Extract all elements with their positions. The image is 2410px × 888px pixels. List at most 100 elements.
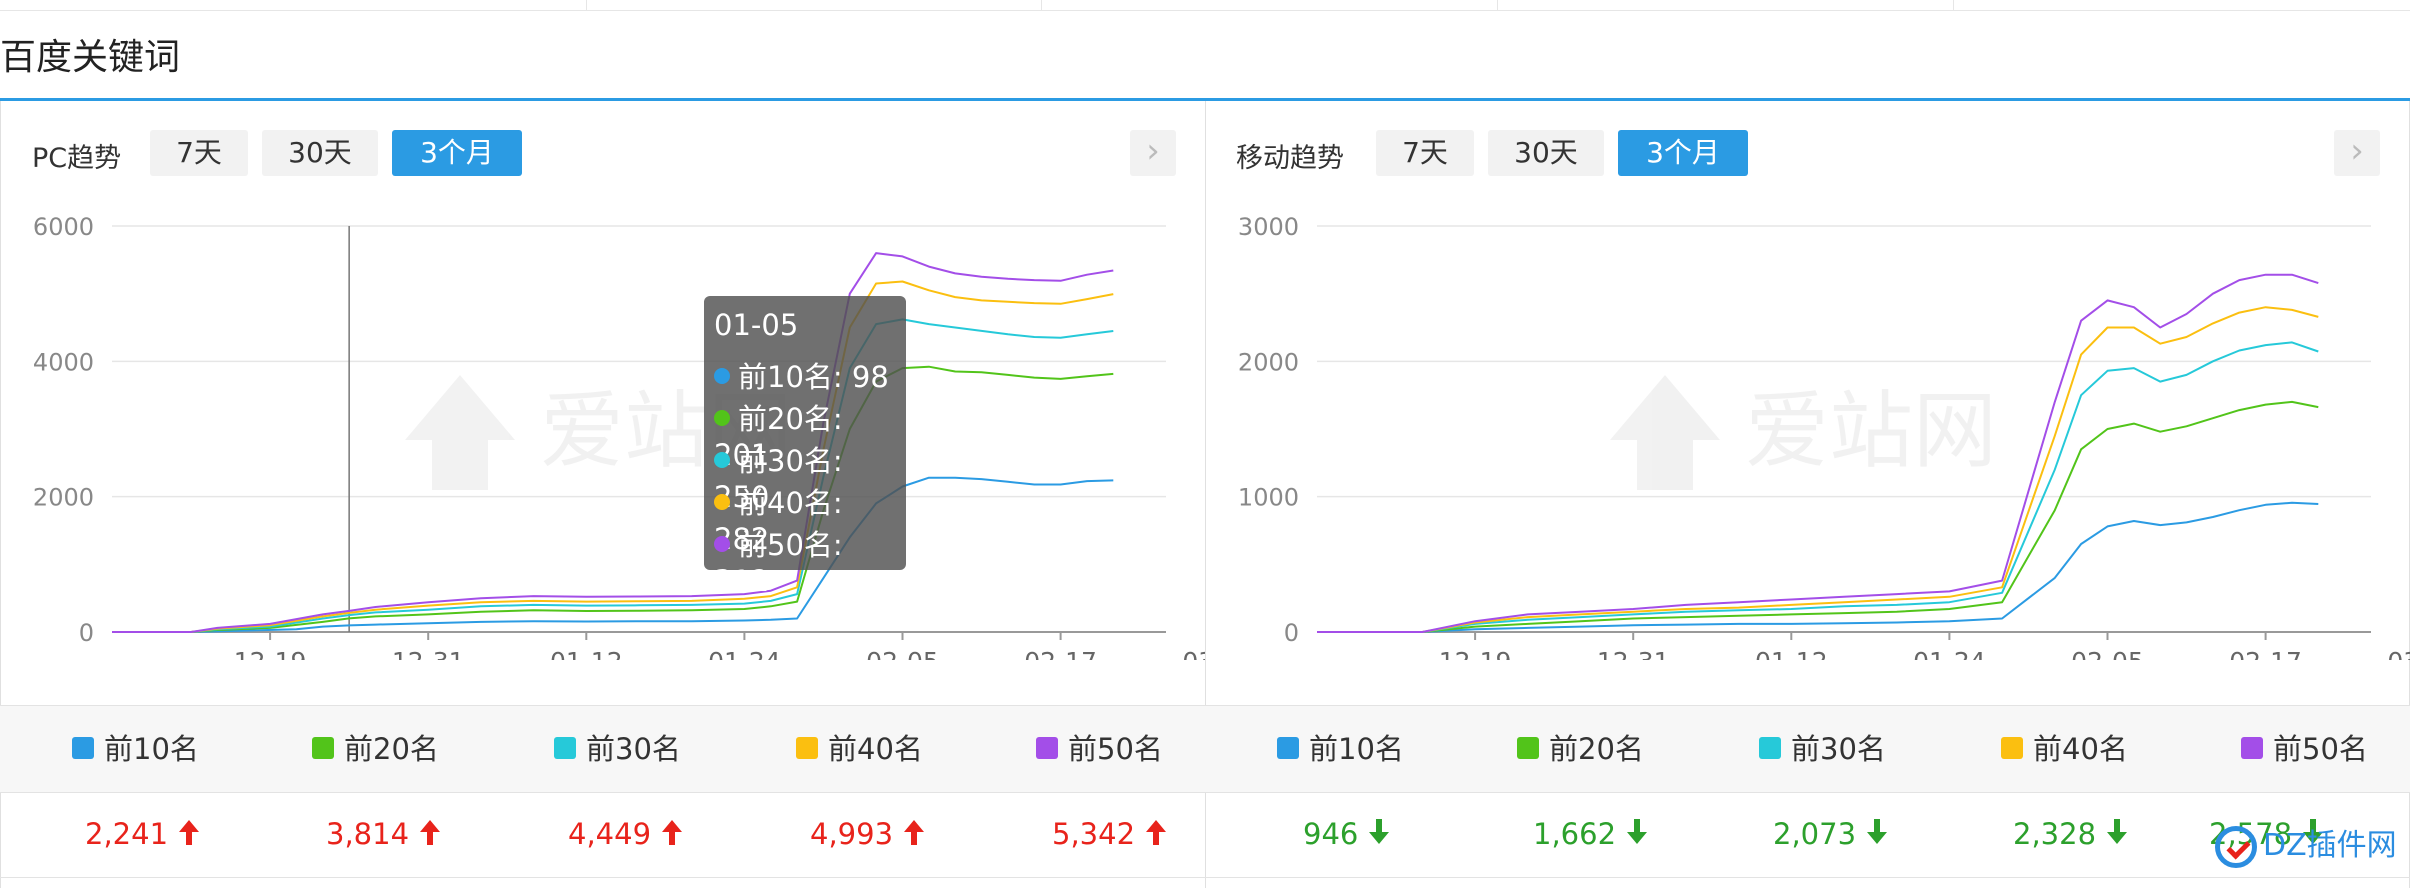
legend-swatch — [2001, 737, 2023, 759]
arrow-up-icon — [662, 820, 683, 845]
tooltip-dot — [714, 494, 730, 510]
pc-value-top40: 4,993 — [810, 791, 925, 877]
tooltip-row-label: 前50名: 312 — [714, 528, 843, 598]
x-tick-label: 02-17 — [2229, 647, 2302, 660]
legend-item-top10[interactable]: 前10名 — [72, 706, 199, 792]
legend-item-top50[interactable]: 前50名 — [1036, 706, 1163, 792]
arrow-down-icon — [1867, 819, 1888, 844]
pc-range-3m-button[interactable]: 3个月 — [392, 130, 522, 176]
arrow-up-icon — [904, 820, 925, 845]
section-title: 百度关键词 — [0, 37, 181, 78]
arrow-up-icon — [420, 820, 441, 845]
pc-next-button[interactable]: › — [1130, 130, 1176, 176]
x-tick-label: 12-31 — [392, 647, 465, 660]
legend-item-top40[interactable]: 前40名 — [2001, 706, 2128, 792]
arrow-up-icon — [179, 820, 200, 845]
legend-item-top40[interactable]: 前40名 — [796, 706, 923, 792]
pc-value-top20: 3,814 — [326, 791, 441, 877]
y-tick-label: 3000 — [1238, 213, 1299, 241]
y-tick-label: 0 — [79, 619, 94, 647]
x-tick-label: 02-05 — [2071, 647, 2144, 660]
series-line-前10名 — [112, 476, 1114, 633]
pc-chart-tooltip: 01-05 前10名: 98 前20名: 201 前30名: 250 前40名:… — [704, 296, 906, 598]
mobile-range-7d-button[interactable]: 7天 — [1376, 130, 1474, 176]
tooltip-row: 前10名: 98 — [714, 354, 889, 396]
tooltip-row: 前50名: 312 — [714, 522, 906, 598]
watermark: 爱站网 — [1610, 375, 1997, 490]
mobile-value-top30: 2,073 — [1773, 791, 1888, 877]
legend-item-top50[interactable]: 前50名 — [2241, 706, 2368, 792]
x-tick-label: 03-01 — [2387, 647, 2410, 660]
legend-item-top20[interactable]: 前20名 — [1517, 706, 1644, 792]
x-tick-label: 01-12 — [1755, 647, 1828, 660]
pc-legend-row: 前10名 前20名 前30名 前40名 前50名 — [0, 705, 1206, 793]
legend-swatch — [312, 737, 334, 759]
y-tick-label: 6000 — [33, 213, 94, 241]
mobile-next-button[interactable]: › — [2334, 130, 2380, 176]
value-text: 2,328 — [2013, 817, 2097, 851]
top-tab-strip — [0, 0, 2410, 11]
x-tick-label: 12-19 — [1439, 647, 1512, 660]
legend-swatch — [1759, 737, 1781, 759]
mobile-legend-row: 前10名 前20名 前30名 前40名 前50名 — [1205, 705, 2410, 793]
x-tick-label: 01-12 — [550, 647, 623, 660]
legend-swatch — [554, 737, 576, 759]
tooltip-title: 01-05 — [714, 308, 799, 342]
pc-range-30d-button[interactable]: 30天 — [262, 130, 378, 176]
legend-label: 前20名 — [344, 732, 439, 766]
mobile-range-30d-button[interactable]: 30天 — [1488, 130, 1604, 176]
tooltip-dot — [714, 536, 730, 552]
pc-range-7d-button[interactable]: 7天 — [150, 130, 248, 176]
legend-label: 前50名 — [2273, 732, 2368, 766]
y-tick-label: 1000 — [1238, 484, 1299, 512]
chevron-right-icon: › — [2350, 131, 2364, 171]
pc-values-row: 2,241 3,814 4,449 4,993 5,342 — [0, 791, 1206, 878]
legend-label: 前30名 — [586, 732, 681, 766]
tooltip-row-label: 前10名: 98 — [738, 360, 889, 394]
series-line-前10名 — [1317, 501, 2319, 633]
pc-value-top50: 5,342 — [1052, 791, 1167, 877]
legend-item-top10[interactable]: 前10名 — [1277, 706, 1404, 792]
arrow-down-icon — [1369, 819, 1390, 844]
x-tick-label: 03-01 — [1182, 647, 1206, 660]
y-tick-label: 0 — [1284, 619, 1299, 647]
value-text: 2,073 — [1773, 817, 1857, 851]
value-text: 946 — [1303, 817, 1359, 851]
value-text: 3,814 — [326, 817, 410, 851]
legend-label: 前40名 — [2033, 732, 2128, 766]
y-tick-label: 4000 — [33, 348, 94, 376]
x-tick-label: 01-24 — [1913, 647, 1986, 660]
legend-swatch — [72, 737, 94, 759]
legend-swatch — [1517, 737, 1539, 759]
x-tick-label: 02-17 — [1024, 647, 1097, 660]
corner-logo-text: DZ插件网 — [2263, 828, 2397, 863]
watermark-logo-icon — [1610, 375, 1720, 490]
x-tick-label: 02-05 — [866, 647, 939, 660]
watermark-logo-icon — [405, 375, 515, 490]
legend-label: 前30名 — [1791, 732, 1886, 766]
logo-mark-icon — [2215, 825, 2257, 868]
chevron-right-icon: › — [1146, 131, 1160, 171]
legend-label: 前50名 — [1068, 732, 1163, 766]
tooltip-dot — [714, 368, 730, 384]
legend-item-top30[interactable]: 前30名 — [1759, 706, 1886, 792]
legend-label: 前20名 — [1549, 732, 1644, 766]
legend-swatch — [796, 737, 818, 759]
arrow-down-icon — [2107, 819, 2128, 844]
legend-item-top20[interactable]: 前20名 — [312, 706, 439, 792]
x-tick-label: 01-24 — [708, 647, 781, 660]
watermark-text: 爱站网 — [1745, 382, 1997, 480]
legend-label: 前10名 — [104, 732, 199, 766]
mobile-value-top20: 1,662 — [1533, 791, 1648, 877]
tooltip-dot — [714, 452, 730, 468]
value-text: 2,241 — [85, 817, 169, 851]
legend-label: 前10名 — [1309, 732, 1404, 766]
x-tick-label: 12-31 — [1597, 647, 1670, 660]
y-tick-label: 2000 — [33, 484, 94, 512]
value-text: 4,993 — [810, 817, 894, 851]
mobile-trend-label: 移动趋势 — [1236, 143, 1344, 174]
x-tick-label: 12-19 — [234, 647, 307, 660]
legend-item-top30[interactable]: 前30名 — [554, 706, 681, 792]
corner-logo: DZ插件网 — [2215, 820, 2397, 880]
mobile-range-3m-button[interactable]: 3个月 — [1618, 130, 1748, 176]
